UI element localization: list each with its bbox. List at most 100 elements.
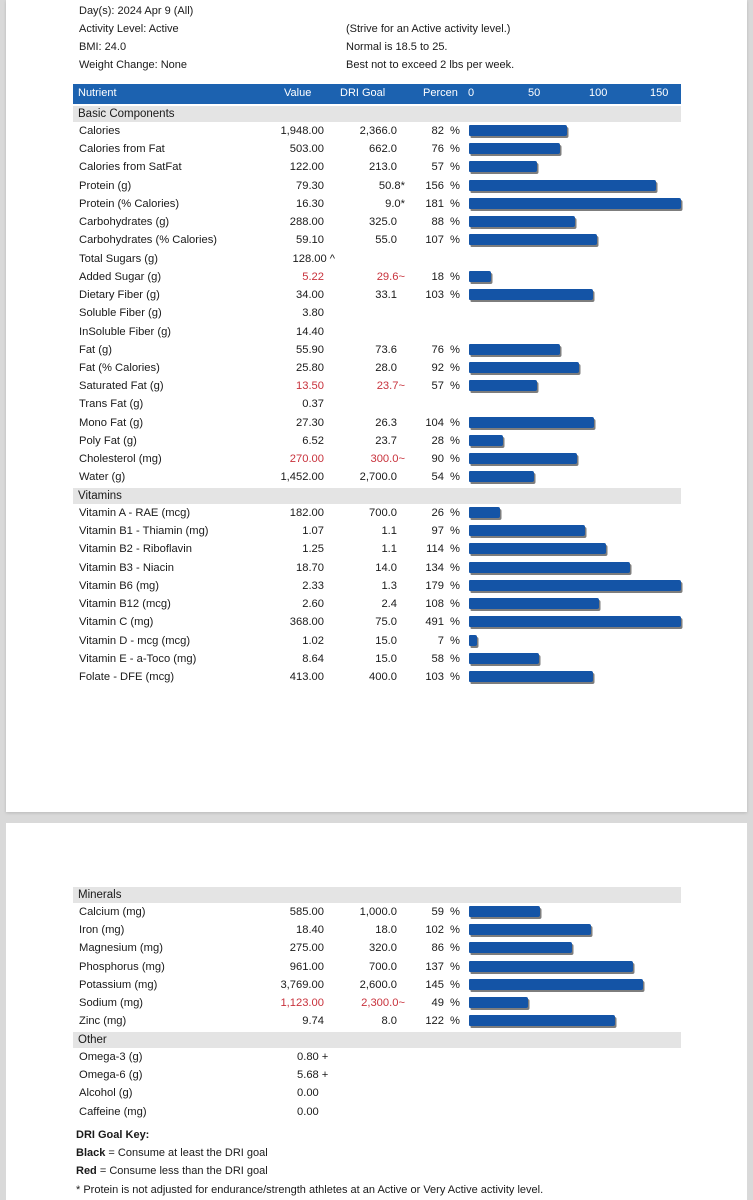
nutrient-name: Carbohydrates (% Calories) xyxy=(79,234,218,247)
nutrient-value-text: 0.00 xyxy=(297,1105,319,1118)
percent-bar xyxy=(469,143,561,155)
nutrient-value: 413.00 xyxy=(290,668,324,686)
percent-bar xyxy=(469,525,586,537)
nutrient-name: Zinc (mg) xyxy=(79,1015,127,1028)
nutrient-row: Fat (g) 55.90 73.6 76% xyxy=(73,341,681,359)
nutrient-name: Omega-6 (g) xyxy=(79,1069,143,1082)
nutrient-row: Saturated Fat (g) 13.50 23.7~ 57% xyxy=(73,377,681,395)
percent-bar xyxy=(469,161,538,173)
percent-bar xyxy=(469,634,478,646)
dri-goal: 320.0 xyxy=(369,942,397,955)
percent-bar xyxy=(469,197,682,209)
nutrient-value-text: 5.68 xyxy=(297,1069,319,1082)
percent-value: 114 xyxy=(426,543,444,556)
percent-value: 103 xyxy=(425,671,444,684)
nutrient-name: Fat (% Calories) xyxy=(79,361,160,374)
nutrient-value-text: 182.00 xyxy=(289,507,324,519)
percent-value: 18 xyxy=(431,270,444,283)
nutrient-value-text: 368.00 xyxy=(289,616,324,629)
bmi-note: Normal is 18.5 to 25. xyxy=(346,41,448,53)
nutrient-value-text: 128.00 xyxy=(292,252,327,265)
percent-sign: % xyxy=(450,289,460,302)
value-suffix-mark: + xyxy=(321,1051,329,1063)
percent-bar xyxy=(469,216,575,228)
nutrient-name: Vitamin D - mcg (mcg) xyxy=(79,634,191,647)
percent-sign: % xyxy=(450,960,460,973)
percent-sign: % xyxy=(450,216,460,229)
section-title: Basic Components xyxy=(78,108,175,120)
percent-sign: % xyxy=(450,543,460,556)
nutrient-value: 0.00 xyxy=(297,1084,319,1102)
percent-value: 28 xyxy=(431,434,444,447)
nutrient-row: Potassium (mg) 3,769.00 2,600.0 145% xyxy=(73,976,681,994)
percent-bar xyxy=(469,125,568,136)
nutrient-value: 0.00 xyxy=(297,1103,319,1121)
percent-sign: % xyxy=(450,143,460,156)
percent-sign: % xyxy=(450,361,460,374)
percent-sign: % xyxy=(450,579,460,592)
nutrient-row: Total Sugars (g) 128.00 ^ xyxy=(73,250,681,268)
nutrient-row: Cholesterol (mg) 270.00 300.0~ 90% xyxy=(73,450,681,468)
percent-value: 491 xyxy=(425,616,444,629)
dri-goal: 8.0 xyxy=(381,1015,397,1028)
section-header: Vitamins xyxy=(73,488,681,504)
value-suffix-mark: + xyxy=(321,1069,329,1082)
nutrient-value-text: 1,452.00 xyxy=(280,471,324,484)
nutrient-value: 14.40 xyxy=(296,323,324,341)
nutrient-value-text: 9.74 xyxy=(302,1015,324,1028)
nutrient-value-text: 34.00 xyxy=(296,289,324,302)
nutrient-value: 18.70 xyxy=(296,559,324,577)
dri-goal: 9.0* xyxy=(385,197,405,210)
percent-sign: % xyxy=(450,434,460,447)
dri-goal: 50.8* xyxy=(378,179,405,192)
percent-sign: % xyxy=(450,942,460,955)
percent-sign: % xyxy=(450,453,460,466)
percent-bar xyxy=(469,416,594,428)
nutrient-value: 2.60 xyxy=(302,595,324,613)
nutrient-row: Protein (% Calories) 16.30 9.0* 181% xyxy=(73,195,682,213)
nutrient-value: 9.74 xyxy=(302,1012,324,1030)
dri-goal: 28.0 xyxy=(375,361,397,374)
nutrient-value: 368.00 xyxy=(290,613,324,631)
nutrient-row: Vitamin C (mg) 368.00 75.0 491% xyxy=(73,613,682,631)
percent-sign: % xyxy=(450,671,460,684)
nutrient-row: Vitamin B6 (mg) 2.33 1.3 179% xyxy=(73,577,682,595)
header-percent: Percen xyxy=(423,87,458,99)
section-header: Other xyxy=(73,1032,681,1048)
nutrient-row: Mono Fat (g) 27.30 26.3 104% xyxy=(73,414,681,432)
nutrient-value-text: 1.25 xyxy=(302,543,324,556)
nutrient-row: Calcium (mg) 585.00 1,000.0 59% xyxy=(73,903,681,921)
percent-bar xyxy=(469,453,577,465)
dri-key-black: Black = Consume at least the DRI goal xyxy=(76,1146,268,1160)
nutrient-name: Potassium (mg) xyxy=(79,978,158,991)
percent-sign: % xyxy=(450,598,460,611)
percent-bar xyxy=(469,942,573,954)
nutrient-name: Protein (% Calories) xyxy=(79,197,180,210)
nutrient-name: Total Sugars (g) xyxy=(79,252,158,265)
nutrient-value: 2.33 xyxy=(302,577,324,595)
dri-goal: 23.7 xyxy=(375,434,397,447)
nutrient-name: Added Sugar (g) xyxy=(79,270,162,283)
nutrient-name: Vitamin A - RAE (mcg) xyxy=(79,507,191,519)
nutrient-name: Trans Fat (g) xyxy=(79,398,144,411)
nutrient-value: 1,452.00 xyxy=(280,468,324,486)
nutrient-row: Calories from Fat 503.00 662.0 76% xyxy=(73,140,681,158)
dri-goal: 2,600.0 xyxy=(359,978,397,991)
nutrient-name: Omega-3 (g) xyxy=(79,1051,143,1063)
nutrient-row: Vitamin B2 - Riboflavin 1.25 1.1 114% xyxy=(73,540,681,558)
nutrient-value-text: 5.22 xyxy=(302,270,324,283)
nutrient-value: 8.64 xyxy=(302,650,324,668)
dri-goal: 1.1 xyxy=(381,543,397,556)
percent-value: 76 xyxy=(431,143,444,156)
nutrient-row: Sodium (mg) 1,123.00 2,300.0~ 49% xyxy=(73,994,681,1012)
dri-goal: 1.3 xyxy=(381,579,397,592)
dri-goal: 33.1 xyxy=(375,289,397,302)
percent-bar xyxy=(469,960,634,972)
percent-value: 57 xyxy=(431,380,444,393)
nutrient-value-text: 1.07 xyxy=(302,525,324,538)
nutrient-value-text: 2.33 xyxy=(302,579,324,592)
percent-value: 86 xyxy=(431,942,444,955)
percent-bar xyxy=(469,179,657,191)
nutrient-value: 3.80 xyxy=(302,304,324,322)
nutrient-row: Vitamin B3 - Niacin 18.70 14.0 134% xyxy=(73,559,681,577)
